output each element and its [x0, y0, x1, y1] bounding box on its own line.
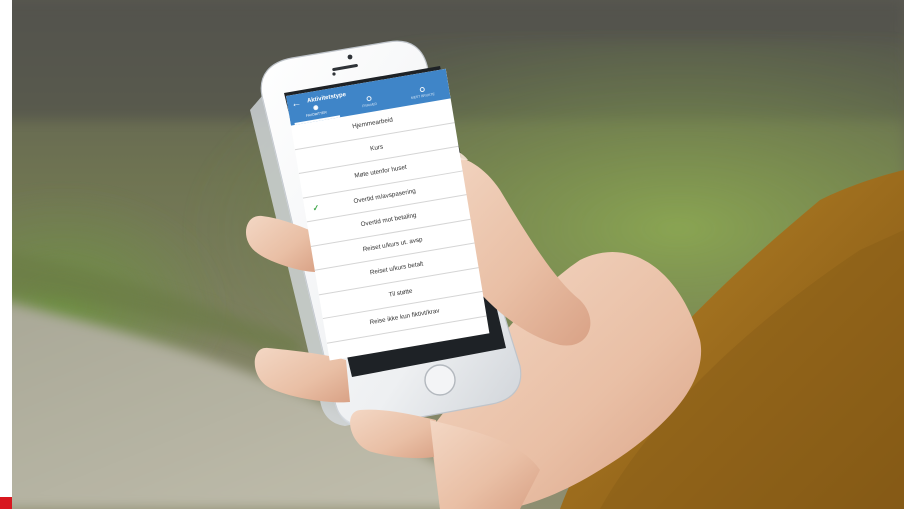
star-icon: [312, 104, 319, 111]
tab-label: MEST BRUKTE: [410, 92, 436, 101]
tab-label: FAVORITTER: [305, 110, 328, 118]
list-item-label: Reiset u/kurs ut. avsp: [362, 235, 424, 253]
history-icon: [418, 86, 425, 93]
list-item-label: Overtid m/avspasering: [352, 187, 417, 205]
list-item-label: Reiset u/kurs betalt: [369, 260, 424, 277]
corner-mark: [0, 497, 12, 509]
checkmark-icon: ✓: [311, 202, 320, 213]
list-item-label: Til støtte: [388, 287, 413, 299]
photo-scene: ← Aktivitetstype FAVORITTER FRAVÆR MEST …: [0, 0, 904, 509]
list-item-label: Kurs: [369, 142, 384, 153]
clock-icon: [365, 95, 372, 102]
list-item-label: Møte utenfor huset: [353, 163, 408, 180]
list-item-label: Overtid mot betaling: [360, 211, 417, 229]
list-item-label: Hjemmearbeid: [351, 116, 394, 131]
list-item-label: Reise ikke kun fiktivt/krav: [369, 307, 440, 327]
tab-label: FRAVÆR: [362, 101, 378, 109]
